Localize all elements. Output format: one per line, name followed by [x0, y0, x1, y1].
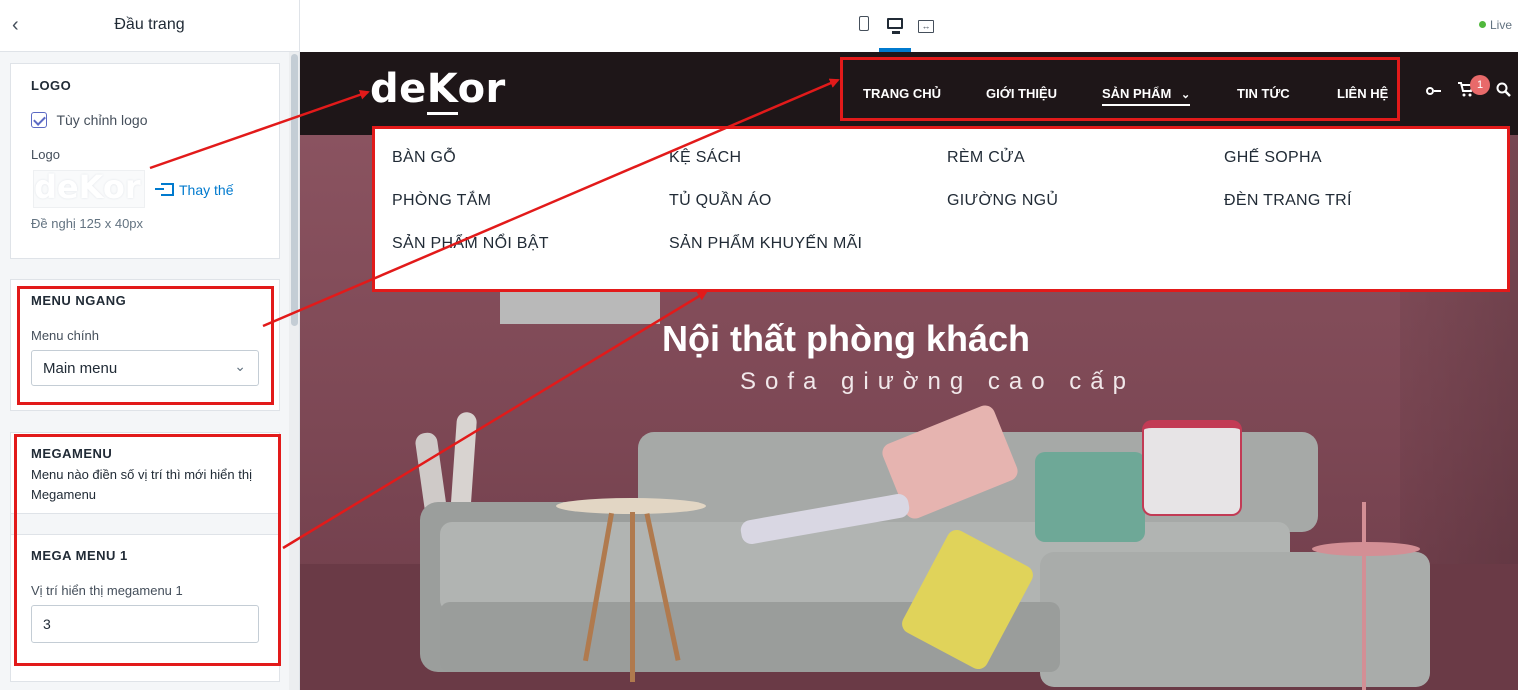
logo-size-hint: Đề nghị 125 x 40px — [31, 216, 144, 231]
mobile-view-icon[interactable] — [855, 16, 873, 34]
replace-logo-button[interactable]: Thay thế — [155, 182, 234, 198]
panel-title: Đầu trang — [114, 16, 185, 33]
main-menu-select[interactable]: Main menu ⌄ — [31, 350, 259, 386]
key-icon[interactable] — [1426, 82, 1441, 99]
section-separator — [11, 514, 279, 535]
main-menu-label: Menu chính — [31, 328, 99, 343]
megamenu-1-position-label: Vị trí hiển thị megamenu 1 — [31, 583, 183, 598]
hero-pattern-pillow — [1142, 420, 1242, 516]
theme-editor-panel: ‹ Đầu trang LOGO Tùy chỉnh logo Logo deK… — [0, 0, 300, 690]
megamenu-item[interactable]: GHẾ SOPHA — [1224, 149, 1322, 167]
logo-thumbnail[interactable]: deKor — [33, 170, 145, 208]
site-logo-part: or — [457, 66, 506, 112]
live-status: Live — [1478, 18, 1512, 32]
cart-count-badge: 1 — [1470, 75, 1490, 95]
megamenu-item[interactable]: ĐÈN TRANG TRÍ — [1224, 192, 1352, 210]
menu-section-title: MENU NGANG — [31, 293, 127, 308]
fullscreen-view-icon[interactable]: ↔ — [917, 16, 935, 34]
nav-item-products[interactable]: SẢN PHẨM ⌄ — [1102, 86, 1191, 106]
site-logo[interactable]: deKor — [370, 66, 506, 115]
megamenu-item[interactable]: TỦ QUẦN ÁO — [669, 192, 772, 210]
hero-side-table — [1312, 542, 1420, 556]
custom-logo-checkbox[interactable] — [31, 111, 47, 128]
megamenu-1-position-input[interactable]: 3 — [31, 605, 259, 643]
desktop-view-icon[interactable] — [886, 16, 904, 34]
horizontal-menu-card: MENU NGANG Menu chính Main menu ⌄ — [10, 279, 280, 411]
megamenu-item[interactable]: GIƯỜNG NGỦ — [947, 192, 1058, 210]
logo-settings-card: LOGO Tùy chỉnh logo Logo deKor Thay thế … — [10, 63, 280, 259]
megamenu-item[interactable]: SẢN PHẨM KHUYẾN MÃI — [669, 235, 862, 253]
logo-section-title: LOGO — [31, 78, 72, 93]
hero-teal-pillow — [1035, 452, 1145, 542]
replace-label: Thay thế — [179, 182, 234, 198]
site-logo-part: de — [370, 66, 427, 112]
nav-item-products-label: SẢN PHẨM — [1102, 86, 1172, 101]
custom-logo-option[interactable]: Tùy chỉnh logo — [31, 111, 148, 129]
panel-scrollbar-thumb[interactable] — [291, 54, 298, 326]
main-menu-selected: Main menu — [43, 360, 118, 377]
panel-header: ‹ Đầu trang — [0, 0, 299, 52]
search-icon[interactable] — [1496, 82, 1511, 101]
hero-side-table-leg — [1362, 502, 1366, 690]
logo-field-label: Logo — [31, 147, 60, 162]
megamenu-item[interactable]: SẢN PHẨM NỔI BẬT — [392, 235, 549, 253]
hero-poster — [500, 288, 660, 324]
megamenu-1-title: MEGA MENU 1 — [31, 548, 128, 563]
import-icon — [155, 183, 174, 196]
live-dot-icon — [1478, 21, 1486, 28]
megamenu-description: Menu nào điền số vị trí thì mới hiển thị… — [31, 467, 252, 502]
preview-toolbar: ↔ Live — [300, 0, 1518, 52]
hero-sofa-chaise — [1040, 552, 1430, 687]
logo-thumbnail-text: deKor — [34, 170, 141, 206]
chevron-down-icon: ⌄ — [1180, 89, 1191, 101]
site-logo-part: K — [426, 66, 458, 115]
megamenu-item[interactable]: BÀN GỖ — [392, 149, 456, 167]
chevron-down-icon: ⌄ — [234, 358, 246, 374]
megamenu-item[interactable]: RÈM CỬA — [947, 149, 1025, 167]
megamenu-section-title: MEGAMENU — [31, 446, 113, 461]
storefront-preview: Nội thất phòng khách Sofa giường cao cấp… — [300, 52, 1518, 690]
hero-table-leg — [630, 512, 635, 682]
custom-logo-label: Tùy chỉnh logo — [56, 111, 148, 128]
nav-item-news[interactable]: TIN TỨC — [1237, 86, 1290, 101]
megamenu-card: MEGAMENU Menu nào điền số vị trí thì mới… — [10, 432, 280, 682]
live-label: Live — [1489, 18, 1512, 32]
nav-item-about[interactable]: GIỚI THIỆU — [986, 86, 1057, 101]
megamenu-dropdown: BÀN GỖ KỆ SÁCH RÈM CỬA GHẾ SOPHA PHÒNG T… — [372, 126, 1510, 292]
nav-item-home[interactable]: TRANG CHỦ — [863, 86, 941, 101]
megamenu-item[interactable]: KỆ SÁCH — [669, 149, 741, 167]
hero-subtitle: Sofa giường cao cấp — [740, 368, 1135, 395]
hero-title: Nội thất phòng khách — [662, 318, 1030, 359]
megamenu-item[interactable]: PHÒNG TẮM — [392, 192, 491, 210]
nav-item-contact[interactable]: LIÊN HỆ — [1337, 86, 1388, 101]
site-header: deKor TRANG CHỦ GIỚI THIỆU SẢN PHẨM ⌄ TI… — [300, 52, 1518, 135]
